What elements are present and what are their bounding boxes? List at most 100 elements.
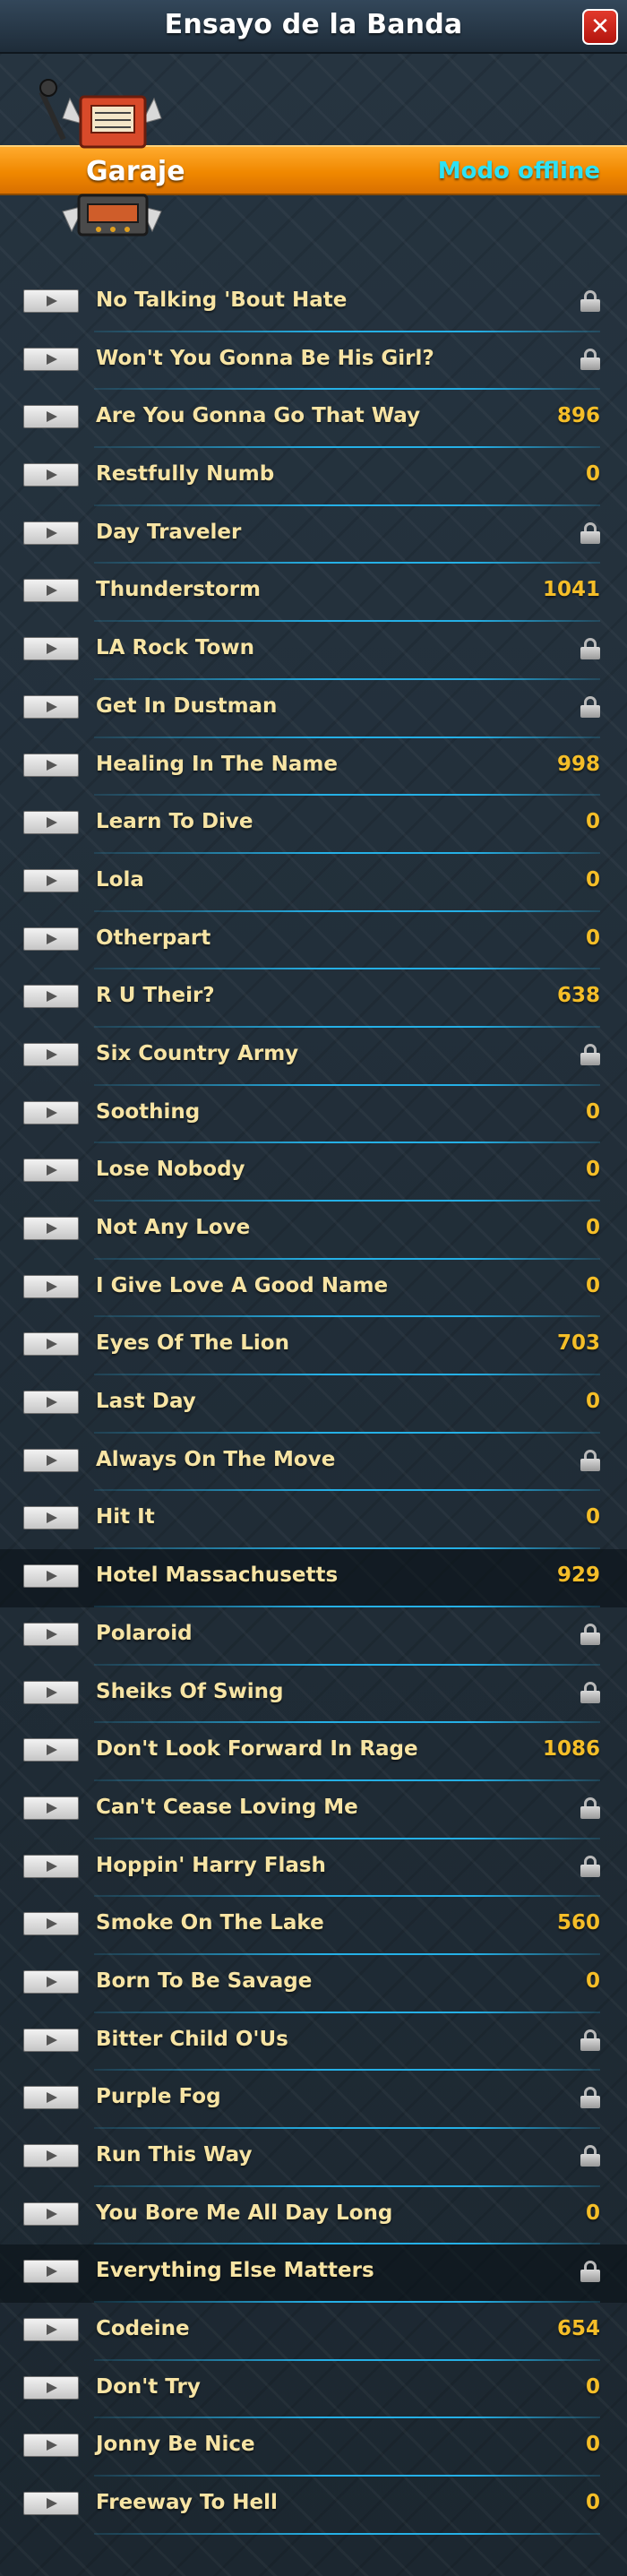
song-row[interactable]: No Talking 'Bout Hate — [0, 274, 627, 332]
song-score: 0 — [585, 810, 600, 834]
song-row[interactable]: Hoppin' Harry Flash — [0, 1839, 627, 1898]
play-button[interactable] — [23, 1969, 79, 1994]
close-icon: ✕ — [590, 13, 610, 40]
play-button[interactable] — [23, 463, 79, 487]
song-row[interactable]: You Bore Me All Day Long 0 — [0, 2187, 627, 2245]
song-row[interactable]: Always On The Move — [0, 1434, 627, 1492]
play-button[interactable] — [23, 521, 79, 545]
play-button[interactable] — [23, 1217, 79, 1240]
play-button[interactable] — [23, 1680, 79, 1704]
song-row[interactable]: Six Country Army — [0, 1028, 627, 1086]
song-row[interactable]: Day Traveler — [0, 506, 627, 564]
play-button[interactable] — [23, 1042, 79, 1066]
song-row[interactable]: Purple Fog — [0, 2071, 627, 2129]
song-row[interactable]: Born To Be Savage 0 — [0, 1955, 627, 2013]
song-row[interactable]: Everything Else Matters — [0, 2244, 627, 2304]
play-button[interactable] — [23, 694, 79, 719]
song-row[interactable]: Don't Look Forward In Rage 1086 — [0, 1723, 627, 1781]
song-title: Can't Cease Loving Me — [96, 1795, 358, 1819]
play-button[interactable] — [23, 347, 79, 371]
play-button[interactable] — [23, 1274, 79, 1298]
close-button[interactable]: ✕ — [582, 9, 618, 45]
play-button[interactable] — [23, 2028, 79, 2052]
song-score: 0 — [585, 1969, 600, 1993]
play-button[interactable] — [23, 2260, 79, 2284]
play-button[interactable] — [23, 1506, 79, 1530]
play-button[interactable] — [23, 1100, 79, 1124]
song-title: Jonny Be Nice — [96, 2433, 255, 2457]
play-button[interactable] — [23, 1622, 79, 1646]
song-row[interactable]: Not Any Love 0 — [0, 1202, 627, 1260]
song-row[interactable]: Run This Way — [0, 2129, 627, 2187]
song-row[interactable]: Freeway To Hell 0 — [0, 2477, 627, 2535]
play-button[interactable] — [23, 926, 79, 951]
song-row[interactable]: Get In Dustman — [0, 680, 627, 738]
lock-icon — [580, 290, 600, 312]
song-title: Restfully Numb — [96, 462, 275, 487]
song-title: Get In Dustman — [96, 694, 278, 718]
play-button[interactable] — [23, 405, 79, 429]
play-button[interactable] — [23, 1738, 79, 1762]
song-row[interactable]: Thunderstorm 1041 — [0, 564, 627, 623]
song-row[interactable]: Lola 0 — [0, 854, 627, 912]
play-button[interactable] — [23, 2201, 79, 2226]
song-title: LA Rock Town — [96, 636, 254, 660]
song-title: Freeway To Hell — [96, 2491, 278, 2515]
song-score: 1041 — [542, 578, 600, 602]
play-button[interactable] — [23, 811, 79, 835]
play-button[interactable] — [23, 753, 79, 777]
song-score: 0 — [585, 1273, 600, 1297]
song-row[interactable]: Last Day 0 — [0, 1375, 627, 1434]
play-button[interactable] — [23, 579, 79, 603]
play-button[interactable] — [23, 1448, 79, 1472]
play-button[interactable] — [23, 868, 79, 892]
play-button[interactable] — [23, 985, 79, 1009]
song-row[interactable]: Smoke On The Lake 560 — [0, 1897, 627, 1955]
play-button[interactable] — [23, 1332, 79, 1357]
play-button[interactable] — [23, 1159, 79, 1183]
song-row[interactable]: Restfully Numb 0 — [0, 448, 627, 506]
lock-icon — [580, 2145, 600, 2167]
play-button[interactable] — [23, 289, 79, 313]
play-button[interactable] — [23, 2086, 79, 2110]
play-button[interactable] — [23, 2375, 79, 2399]
song-row[interactable]: I Give Love A Good Name 0 — [0, 1260, 627, 1318]
song-row[interactable]: Lose Nobody 0 — [0, 1143, 627, 1202]
play-button[interactable] — [23, 2492, 79, 2516]
play-button[interactable] — [23, 637, 79, 661]
song-row[interactable]: Learn To Dive 0 — [0, 796, 627, 854]
play-button[interactable] — [23, 1796, 79, 1820]
song-row[interactable]: Eyes Of The Lion 703 — [0, 1317, 627, 1376]
song-row[interactable]: Bitter Child O'Us — [0, 2013, 627, 2072]
song-row[interactable]: Are You Gonna Go That Way 896 — [0, 390, 627, 449]
song-title: Otherpart — [96, 926, 211, 950]
song-row[interactable]: Healing In The Name 998 — [0, 738, 627, 797]
song-row[interactable]: Hit It 0 — [0, 1491, 627, 1550]
song-row[interactable]: Can't Cease Loving Me — [0, 1781, 627, 1839]
song-row[interactable]: Won't You Gonna Be His Girl? — [0, 332, 627, 391]
play-button[interactable] — [23, 2434, 79, 2458]
song-row[interactable]: R U Their? 638 — [0, 969, 627, 1028]
song-row[interactable]: Hotel Massachusetts 929 — [0, 1549, 627, 1607]
song-row[interactable]: Otherpart 0 — [0, 912, 627, 970]
song-row[interactable]: Jonny Be Nice 0 — [0, 2418, 627, 2477]
lock-icon — [580, 521, 600, 544]
lock-icon — [580, 1623, 600, 1645]
song-row[interactable]: Don't Try 0 — [0, 2361, 627, 2419]
song-row[interactable]: Polaroid — [0, 1607, 627, 1666]
play-button[interactable] — [23, 1912, 79, 1936]
song-score: 560 — [556, 1911, 600, 1935]
song-title: I Give Love A Good Name — [96, 1273, 389, 1297]
play-button[interactable] — [23, 1391, 79, 1415]
play-button[interactable] — [23, 2144, 79, 2167]
play-button[interactable] — [23, 1854, 79, 1878]
song-row[interactable]: Soothing 0 — [0, 1086, 627, 1144]
song-title: Purple Fog — [96, 2085, 221, 2109]
song-row[interactable]: LA Rock Town — [0, 622, 627, 680]
song-title: Smoke On The Lake — [96, 1911, 324, 1935]
song-score: 0 — [585, 1158, 600, 1182]
play-button[interactable] — [23, 1564, 79, 1589]
play-button[interactable] — [23, 2318, 79, 2342]
song-row[interactable]: Sheiks Of Swing — [0, 1666, 627, 1724]
song-row[interactable]: Codeine 654 — [0, 2303, 627, 2361]
